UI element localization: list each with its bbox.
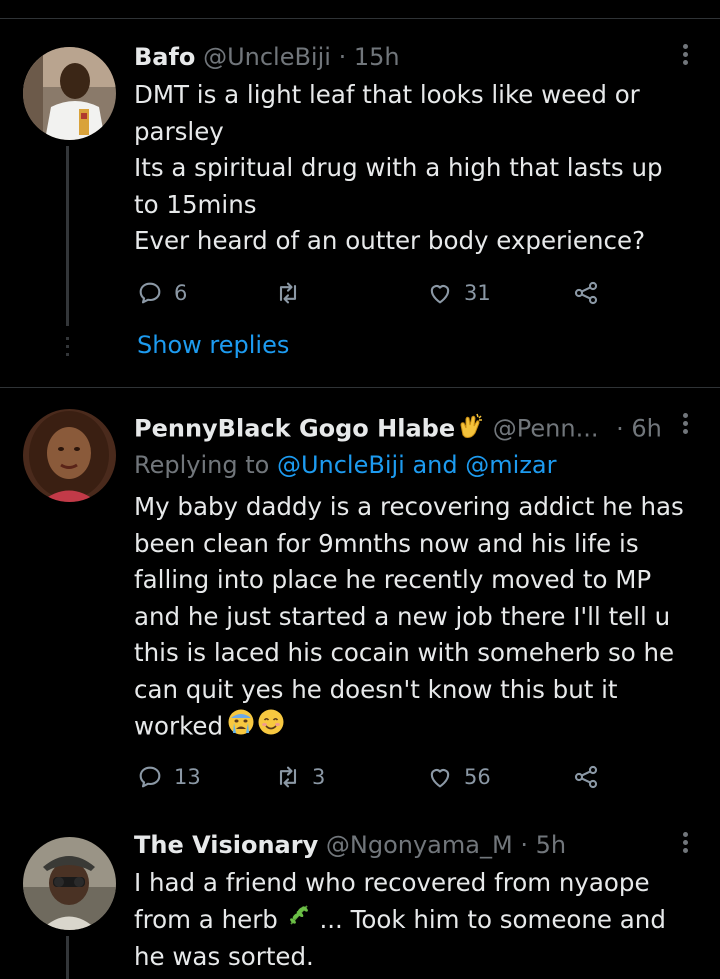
reply-icon bbox=[139, 766, 161, 788]
share-icon bbox=[574, 281, 598, 305]
tweet-line: ... Took him to someone and bbox=[319, 904, 666, 934]
tweet-header: Bafo @UncleBiji · 15h bbox=[134, 42, 400, 72]
retweet-count: 3 bbox=[312, 765, 326, 789]
share-button[interactable] bbox=[572, 762, 600, 792]
like-icon bbox=[430, 285, 450, 304]
tweet-line: parsley bbox=[134, 116, 224, 146]
share-button[interactable] bbox=[572, 278, 600, 308]
herb-emoji bbox=[286, 902, 312, 939]
like-icon bbox=[430, 769, 450, 788]
separator: · bbox=[338, 43, 347, 71]
tweet-line: My baby daddy is a recovering addict he … bbox=[134, 492, 684, 521]
crying-face-emoji bbox=[227, 708, 255, 747]
like-button[interactable]: 56 bbox=[426, 762, 491, 792]
reply-button[interactable]: 6 bbox=[136, 278, 187, 308]
share-icon bbox=[574, 765, 598, 789]
tweet-header: The Visionary @Ngonyama_M · 5h bbox=[134, 830, 566, 860]
avatar[interactable] bbox=[23, 409, 116, 502]
thread-dots bbox=[66, 345, 69, 348]
clapping-hands-emoji bbox=[455, 411, 485, 448]
reply-count: 6 bbox=[174, 281, 188, 305]
top-divider bbox=[0, 18, 720, 19]
tweet-line: this is laced his cocain with someherb s… bbox=[134, 638, 675, 667]
handle[interactable]: @Ngonyama_M bbox=[326, 831, 513, 859]
tweet-line: falling into place he recently moved to … bbox=[134, 565, 652, 594]
tweet-line: and he just started a new job there I'll… bbox=[134, 601, 671, 631]
thread-dots bbox=[66, 337, 69, 340]
replying-prefix: Replying to bbox=[134, 451, 270, 479]
timestamp[interactable]: 6h bbox=[631, 415, 661, 443]
tweet-line-last: worked bbox=[134, 708, 694, 747]
replying-and[interactable]: and bbox=[412, 451, 457, 479]
tweet-text: My baby daddy is a recovering addict he … bbox=[134, 489, 694, 747]
show-replies-link[interactable]: Show replies bbox=[137, 331, 289, 359]
mention-link[interactable]: @UncleBiji bbox=[277, 451, 405, 479]
like-count: 56 bbox=[464, 765, 491, 789]
reply-count: 13 bbox=[174, 765, 201, 789]
tweet-text: DMT is a light leaf that looks like weed… bbox=[134, 77, 694, 260]
handle[interactable]: @UncleBiji bbox=[203, 43, 331, 71]
replying-to: Replying to @UncleBiji and @mizar bbox=[134, 450, 556, 480]
avatar[interactable] bbox=[23, 47, 116, 140]
smiling-face-emoji bbox=[257, 708, 285, 747]
mention-link[interactable]: @mizar bbox=[465, 451, 556, 479]
tweet-line-with-emoji: from a herb ... Took him to someone and bbox=[134, 902, 694, 939]
timestamp[interactable]: 15h bbox=[354, 43, 400, 71]
thread-line bbox=[66, 936, 69, 979]
tweet-line: Ever heard of an outter body experience? bbox=[134, 226, 646, 255]
tweet-line: DMT is a light leaf that looks like weed… bbox=[134, 80, 640, 109]
separator: · bbox=[520, 831, 528, 859]
thread-line bbox=[66, 146, 69, 326]
timestamp[interactable]: 5h bbox=[536, 831, 566, 859]
tweet-actions: 6 31 bbox=[134, 278, 614, 308]
tweet-line: can quit yes he doesn't know this but it bbox=[134, 674, 618, 704]
tweet-line: worked bbox=[134, 711, 224, 741]
retweet-icon bbox=[279, 282, 297, 304]
tweet-line: he was sorted. bbox=[134, 941, 314, 971]
more-icon[interactable] bbox=[678, 832, 692, 856]
reply-icon bbox=[139, 282, 161, 304]
thread-dots bbox=[66, 353, 69, 356]
tweet-line: to 15mins bbox=[134, 189, 257, 219]
display-name[interactable]: The Visionary bbox=[134, 831, 318, 859]
tweet-text: I had a friend who recovered from nyaope… bbox=[134, 865, 694, 975]
retweet-button[interactable] bbox=[274, 278, 312, 308]
handle[interactable]: @Penn... bbox=[493, 415, 599, 443]
display-name[interactable]: Bafo bbox=[134, 43, 195, 71]
more-icon[interactable] bbox=[678, 413, 692, 437]
tweet-line: from a herb bbox=[134, 904, 278, 934]
reply-button[interactable]: 13 bbox=[136, 762, 201, 792]
more-icon[interactable] bbox=[678, 44, 692, 68]
tweet-actions: 13 3 56 bbox=[134, 762, 614, 792]
tweet-divider bbox=[0, 387, 720, 388]
like-button[interactable]: 31 bbox=[426, 278, 491, 308]
tweet-line: been clean for 9mnths now and his life i… bbox=[134, 528, 639, 558]
separator: · bbox=[616, 414, 624, 443]
display-name[interactable]: PennyBlack Gogo Hlabe bbox=[134, 415, 455, 443]
tweet-header: PennyBlack Gogo Hlabe @Penn... · 6h bbox=[134, 411, 662, 448]
like-count: 31 bbox=[464, 281, 491, 305]
tweet-line: I had a friend who recovered from nyaope bbox=[134, 868, 650, 897]
tweet-line: Its a spiritual drug with a high that la… bbox=[134, 153, 663, 182]
retweet-button[interactable]: 3 bbox=[274, 762, 325, 792]
retweet-icon bbox=[279, 766, 297, 788]
avatar[interactable] bbox=[23, 837, 116, 930]
